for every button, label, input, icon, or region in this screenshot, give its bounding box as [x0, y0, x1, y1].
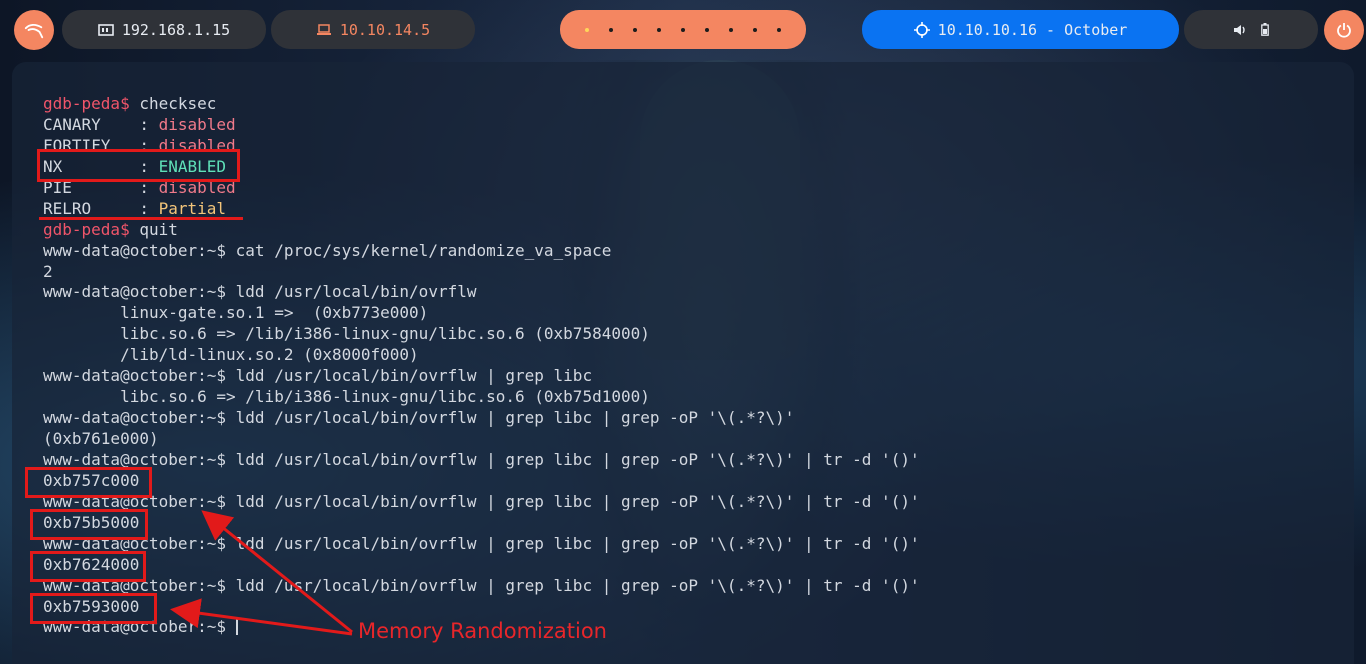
arrow-upper: [201, 510, 353, 634]
annotation-arrows: [170, 510, 353, 636]
memory-randomization-label: Memory Randomization: [358, 619, 607, 643]
arrow-lower: [170, 598, 353, 636]
